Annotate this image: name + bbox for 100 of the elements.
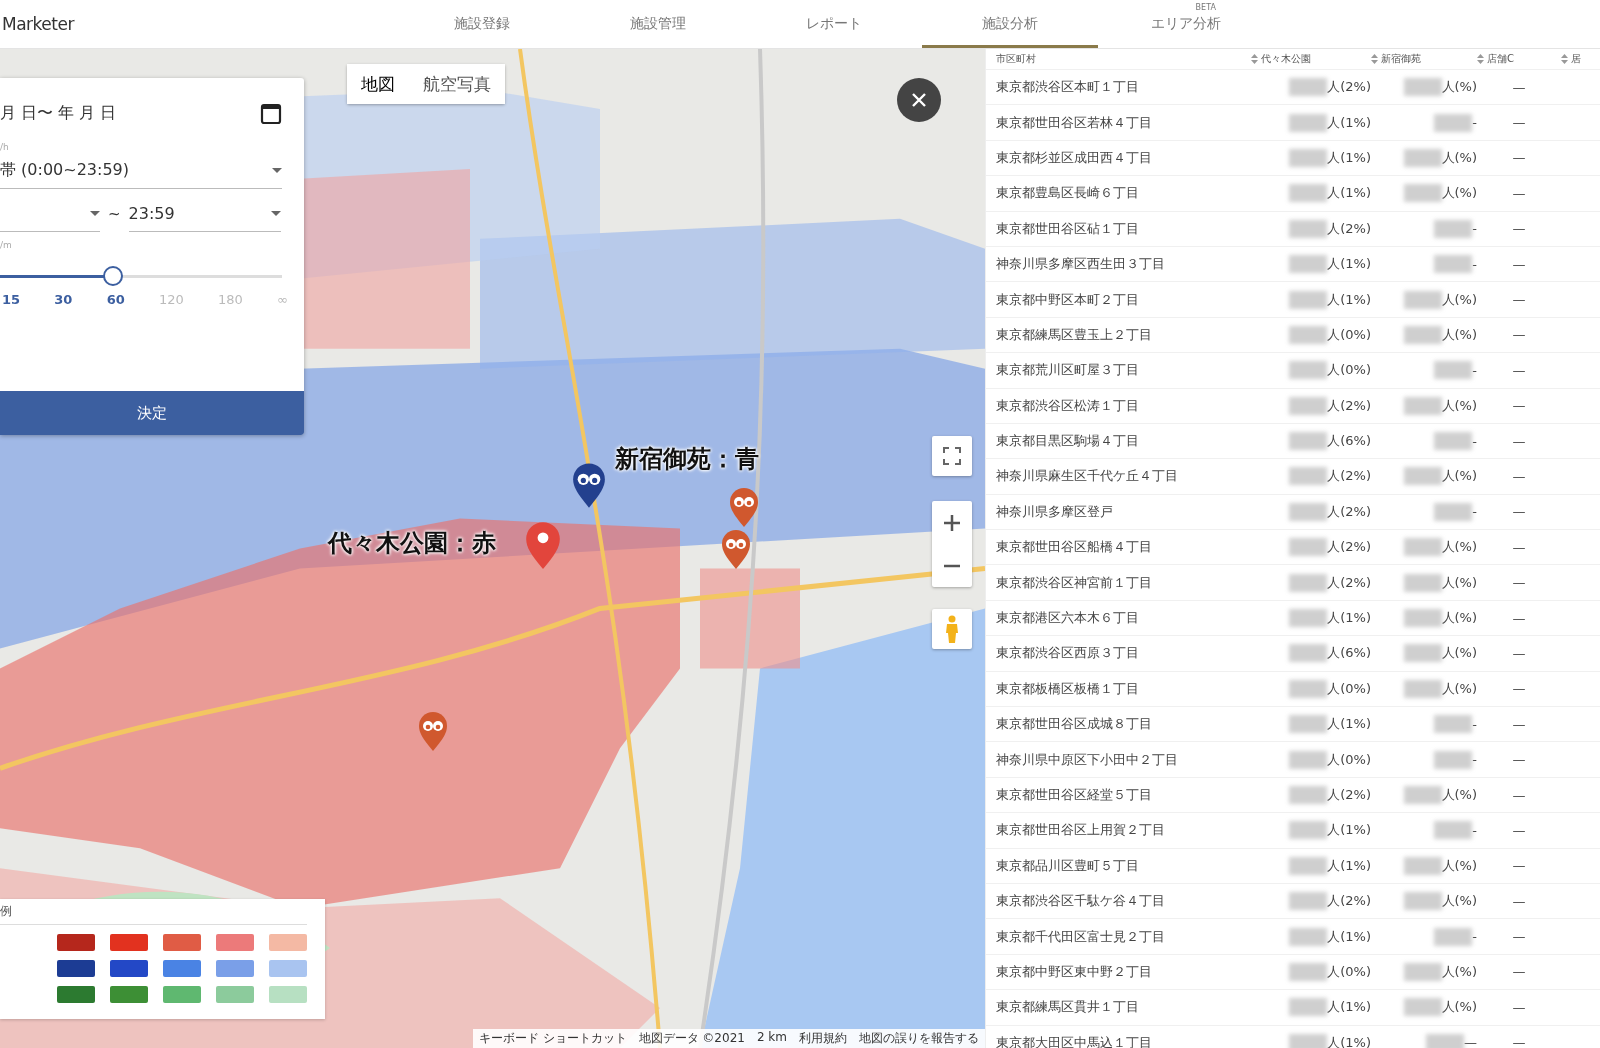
value-cell: 人(%): [1441, 679, 1477, 698]
value-cell: —: [1512, 681, 1526, 697]
value-cell: 人(2%): [1327, 892, 1371, 911]
value-cell: 人(2%): [1327, 538, 1371, 557]
sort-icon[interactable]: [1251, 54, 1258, 64]
nav-tab[interactable]: 施設管理: [569, 0, 746, 48]
time-to-select[interactable]: 23:59: [128, 195, 281, 232]
value-cell: —: [1512, 256, 1526, 272]
submit-button[interactable]: 決定: [0, 391, 304, 435]
area-cell-text: 東京都世田谷区若林４丁目: [996, 113, 1153, 132]
value-cell: -: [1472, 716, 1477, 732]
value-cell: -: [1472, 822, 1477, 838]
value-cell: -: [1472, 362, 1477, 378]
blurred-number: [1289, 821, 1328, 840]
blurred-number: [1434, 715, 1473, 734]
value-cell: —: [1512, 433, 1526, 449]
value-cell: —: [1512, 292, 1526, 308]
value-cell: 人(%): [1441, 184, 1477, 203]
binoculars-pin-icon[interactable]: [418, 711, 448, 751]
slider-tick-label: 60: [106, 292, 125, 307]
nav-tab[interactable]: レポート: [745, 0, 922, 48]
blurred-number: [1403, 998, 1442, 1017]
value-cell: —: [1464, 1035, 1477, 1048]
value-cell: 人(%): [1441, 467, 1477, 486]
value-cell: 人(2%): [1327, 467, 1371, 486]
field-label: /h: [0, 142, 10, 152]
blurred-number: [1289, 892, 1328, 911]
blurred-number: [1289, 573, 1328, 592]
blurred-number: [1434, 255, 1473, 274]
map-type-button[interactable]: 地図: [347, 64, 409, 104]
location-pin-icon[interactable]: [525, 519, 561, 571]
binoculars-pin-icon[interactable]: [729, 487, 759, 527]
calendar-icon[interactable]: [260, 101, 282, 125]
binoculars-pin-icon[interactable]: [572, 462, 606, 508]
value-cell: 人(%): [1441, 396, 1477, 415]
blurred-number: [1434, 821, 1473, 840]
attribution-text[interactable]: 利用規約: [799, 1030, 847, 1047]
value-cell: 人(1%): [1327, 184, 1371, 203]
area-cell-text: 東京都豊島区長崎６丁目: [996, 184, 1140, 203]
column-header[interactable]: 店舗C: [1487, 52, 1514, 66]
nav-tab[interactable]: BETA エリア分析: [1097, 0, 1274, 48]
value-cell: -: [1472, 433, 1477, 449]
area-cell-text: 東京都目黒区駒場４丁目: [996, 432, 1140, 451]
attribution-text[interactable]: キーボード ショートカット: [478, 1030, 627, 1047]
nav-tab[interactable]: 施設登録: [393, 0, 570, 48]
slider-tick-label: 30: [54, 292, 73, 307]
value-cell: 人(1%): [1327, 609, 1371, 628]
date-range-text[interactable]: 月 日〜 年 月 日: [0, 102, 117, 124]
value-cell: 人(6%): [1327, 644, 1371, 663]
time-band-select[interactable]: 帯 (0:00~23:59): [0, 152, 282, 189]
blurred-number: [1289, 78, 1328, 97]
map-type-button[interactable]: 航空写真: [409, 64, 505, 104]
slider-tick-label: 180: [218, 292, 243, 307]
binoculars-pin-icon[interactable]: [721, 529, 751, 569]
area-cell-text: 東京都渋谷区神宮前１丁目: [996, 573, 1153, 592]
attribution-text: 地図データ ©2021: [638, 1030, 745, 1047]
value-cell: 人(%): [1441, 290, 1477, 309]
blurred-number: [1289, 325, 1328, 344]
area-cell-text: 神奈川県多摩区登戸: [996, 502, 1114, 521]
blurred-number: [1289, 644, 1328, 663]
area-cell-text: 東京都杉並区成田西４丁目: [996, 148, 1153, 167]
attribution-text: 2 km: [756, 1030, 787, 1046]
blurred-number: [1403, 962, 1442, 981]
area-cell-text: 神奈川県多摩区西生田３丁目: [996, 255, 1166, 274]
fullscreen-icon: [943, 447, 961, 465]
value-cell: -: [1472, 504, 1477, 520]
value-cell: -: [1472, 115, 1477, 131]
area-cell-text: 東京都渋谷区本町１丁目: [996, 78, 1140, 97]
caret-icon: [272, 167, 282, 173]
area-cell-text: 東京都練馬区貫井１丁目: [996, 998, 1140, 1017]
value-cell: —: [1512, 79, 1526, 95]
minus-icon: [943, 563, 961, 568]
sort-icon[interactable]: [1371, 54, 1378, 64]
column-header[interactable]: 居: [1571, 52, 1581, 66]
slider-thumb[interactable]: [102, 266, 123, 286]
blurred-number: [1403, 78, 1442, 97]
blurred-number: [1403, 396, 1442, 415]
area-cell-text: 東京都渋谷区千駄ケ谷４丁目: [996, 892, 1166, 911]
slider-tick-label: ∞: [277, 292, 288, 307]
blurred-number: [1289, 538, 1328, 557]
column-header[interactable]: 新宿御苑: [1381, 52, 1421, 66]
area-cell-text: 東京都品川区豊町５丁目: [996, 856, 1140, 875]
value-cell: —: [1512, 504, 1526, 520]
value-cell: —: [1512, 1035, 1526, 1048]
value-cell: —: [1512, 221, 1526, 237]
value-cell: —: [1512, 610, 1526, 626]
pin-label: 新宿御苑：青: [615, 444, 759, 475]
close-icon: [911, 92, 927, 108]
blurred-number: [1434, 750, 1473, 769]
area-cell-text: 東京都中野区本町２丁目: [996, 290, 1140, 309]
sort-icon[interactable]: [1561, 54, 1568, 64]
sort-icon[interactable]: [1477, 54, 1484, 64]
attribution-text[interactable]: 地図の誤りを報告する: [859, 1030, 979, 1047]
value-cell: 人(2%): [1327, 219, 1371, 238]
value-cell: —: [1512, 645, 1526, 661]
area-cell-text: 神奈川県中原区下小田中２丁目: [996, 750, 1179, 769]
area-cell-text: 東京都中野区東中野２丁目: [996, 962, 1153, 981]
column-header[interactable]: 代々木公園: [1261, 52, 1311, 66]
blurred-number: [1289, 219, 1328, 238]
fullscreen-button[interactable]: [932, 436, 972, 476]
